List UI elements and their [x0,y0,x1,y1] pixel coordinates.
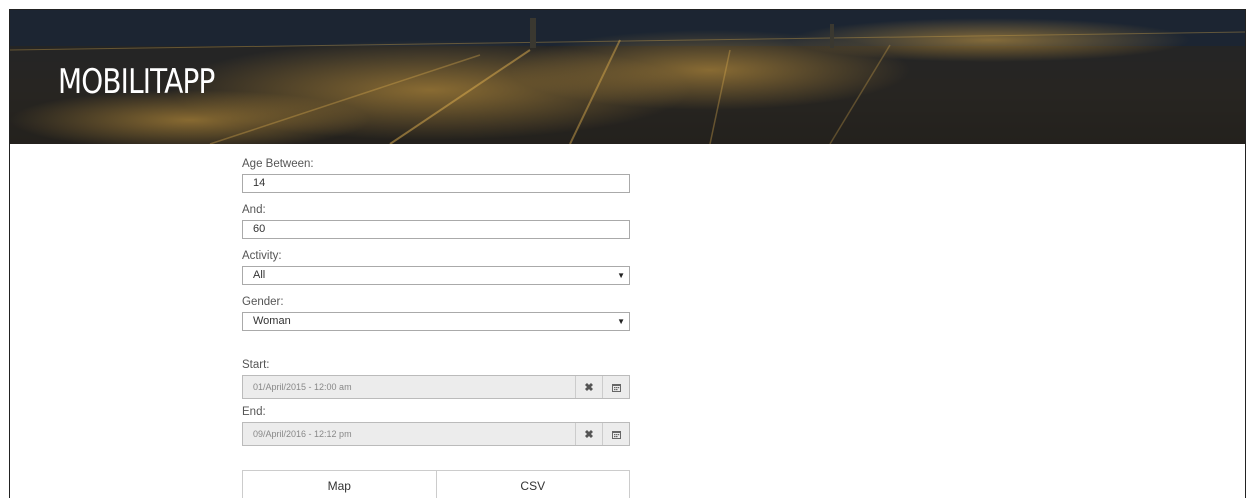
age-min-input[interactable]: 14 [242,174,630,193]
gender-value: Woman [253,315,291,327]
age-max-label: And: [242,204,266,216]
start-date-group: 01/April/2015 - 12:00 am ✖ [242,375,630,399]
age-max-input[interactable]: 60 [242,220,630,239]
end-date-input[interactable]: 09/April/2016 - 12:12 pm [243,423,575,445]
age-min-label: Age Between: [242,158,314,170]
activity-label: Activity: [242,250,282,262]
map-button[interactable]: Map [243,471,436,498]
caret-down-icon: ▼ [617,271,625,280]
close-icon[interactable]: ✖ [575,423,602,445]
gender-label: Gender: [242,296,284,308]
close-icon[interactable]: ✖ [575,376,602,398]
action-buttons: Map CSV [242,470,630,498]
end-date-group: 09/April/2016 - 12:12 pm ✖ [242,422,630,446]
filter-form: Age Between: 14 And: 60 Activity: All ▼ … [242,157,630,498]
header-banner: MOBILITAPP [10,10,1245,144]
activity-select[interactable]: All ▼ [242,266,630,285]
app-frame: MOBILITAPP Age Between: 14 And: 60 Activ… [9,9,1246,498]
calendar-icon[interactable] [602,376,629,398]
start-date-input[interactable]: 01/April/2015 - 12:00 am [243,376,575,398]
activity-value: All [253,269,266,281]
caret-down-icon: ▼ [617,317,625,326]
end-label: End: [242,406,266,418]
app-title: MOBILITAPP [58,62,215,102]
csv-button[interactable]: CSV [435,471,630,498]
calendar-icon[interactable] [602,423,629,445]
gender-select[interactable]: Woman ▼ [242,312,630,331]
start-label: Start: [242,359,270,371]
